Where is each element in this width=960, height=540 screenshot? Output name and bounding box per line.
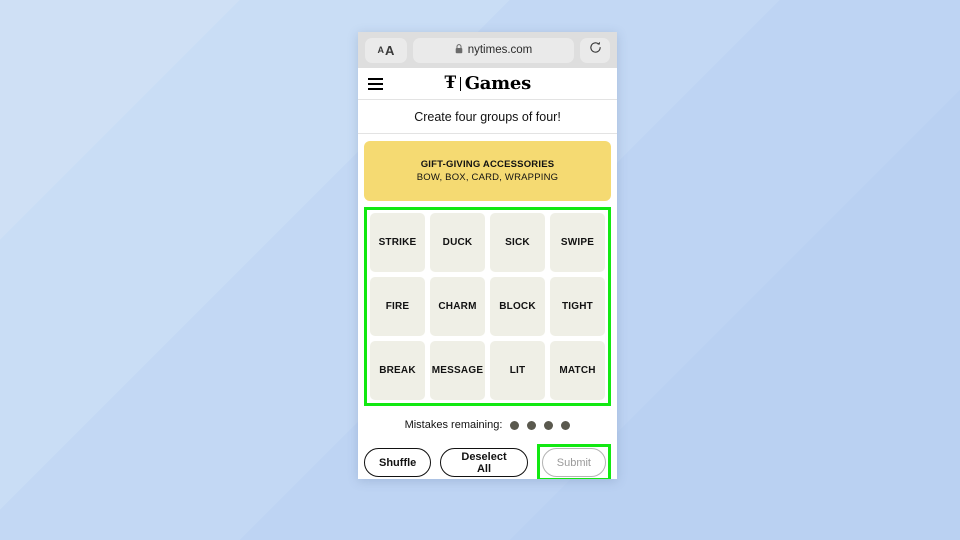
mistakes-remaining-label: Mistakes remaining:	[404, 419, 503, 431]
word-tile[interactable]: MESSAGE	[430, 341, 485, 400]
reload-icon	[589, 41, 602, 59]
word-tile[interactable]: BLOCK	[490, 277, 545, 336]
submit-button[interactable]: Submit	[541, 448, 606, 477]
nyt-gothic-t-icon: Ŧ	[444, 73, 457, 93]
browser-toolbar: AA nytimes.com	[358, 32, 617, 68]
solved-category-words: BOW, BOX, CARD, WRAPPING	[416, 172, 559, 183]
solved-category-title: GIFT-GIVING ACCESSORIES	[420, 159, 555, 170]
lock-icon	[455, 43, 463, 57]
word-grid-annotation-box: STRIKE DUCK SICK SWIPE FIRE CHARM BLOCK …	[364, 207, 611, 406]
word-tile[interactable]: FIRE	[370, 277, 425, 336]
word-tile[interactable]: STRIKE	[370, 213, 425, 272]
solved-category-card: GIFT-GIVING ACCESSORIES BOW, BOX, CARD, …	[364, 141, 611, 201]
reload-button[interactable]	[580, 37, 610, 63]
address-bar-url: nytimes.com	[467, 44, 533, 56]
text-size-small-a: A	[377, 44, 385, 55]
connections-game-body: GIFT-GIVING ACCESSORIES BOW, BOX, CARD, …	[358, 134, 617, 479]
hamburger-bar	[368, 82, 383, 85]
hamburger-bar	[368, 77, 383, 80]
game-instruction-text: Create four groups of four!	[414, 109, 561, 124]
address-bar[interactable]: nytimes.com	[413, 37, 574, 63]
mistakes-remaining-row: Mistakes remaining:	[364, 419, 611, 431]
mistakes-remaining-dots	[510, 420, 571, 430]
mistake-dot	[510, 420, 520, 430]
word-tile[interactable]: SICK	[490, 213, 545, 272]
mistake-dot	[561, 420, 571, 430]
word-tile[interactable]: SWIPE	[550, 213, 605, 272]
word-tile[interactable]: LIT	[490, 341, 545, 400]
text-size-button[interactable]: AA	[365, 37, 407, 63]
logo-games-wordmark: Games	[464, 72, 531, 94]
word-grid[interactable]: STRIKE DUCK SICK SWIPE FIRE CHARM BLOCK …	[370, 213, 605, 400]
text-size-large-a: A	[385, 42, 395, 58]
mistake-dot	[544, 420, 554, 430]
game-instruction-bar: Create four groups of four!	[358, 100, 617, 134]
site-header: Ŧ Games	[358, 68, 617, 100]
hamburger-bar	[368, 87, 383, 90]
word-tile[interactable]: CHARM	[430, 277, 485, 336]
hamburger-menu-icon[interactable]	[368, 77, 383, 90]
word-tile[interactable]: DUCK	[430, 213, 485, 272]
word-tile[interactable]: TIGHT	[550, 277, 605, 336]
phone-screenshot-frame: AA nytimes.com Ŧ Games Create four group…	[358, 32, 617, 479]
word-tile[interactable]: MATCH	[550, 341, 605, 400]
word-tile[interactable]: BREAK	[370, 341, 425, 400]
mistake-dot	[527, 420, 537, 430]
submit-button-annotation-box: Submit	[536, 444, 611, 479]
nyt-games-logo: Ŧ Games	[358, 72, 617, 94]
solved-categories-list: GIFT-GIVING ACCESSORIES BOW, BOX, CARD, …	[364, 134, 611, 201]
shuffle-button[interactable]: Shuffle	[364, 448, 432, 477]
logo-divider	[459, 76, 461, 91]
deselect-all-button[interactable]: Deselect All	[440, 448, 528, 477]
game-controls-row: Shuffle Deselect All Submit	[364, 444, 611, 479]
